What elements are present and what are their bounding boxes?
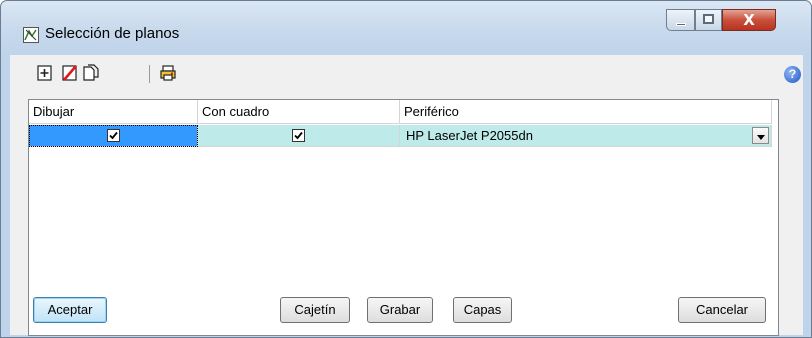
add-plan-icon[interactable] (36, 64, 54, 82)
column-header-dibujar[interactable]: Dibujar (29, 100, 198, 124)
con-cuadro-checkbox[interactable] (292, 129, 305, 142)
maximize-icon (703, 14, 714, 24)
copy-page-icon[interactable] (82, 64, 100, 82)
dibujar-checkbox[interactable] (107, 129, 120, 142)
cancel-button[interactable]: Cancelar (678, 297, 766, 323)
cajetin-button[interactable]: Cajetín (280, 297, 350, 323)
close-button[interactable]: X (722, 9, 776, 31)
help-icon[interactable]: ? (784, 66, 801, 83)
accept-button[interactable]: Aceptar (33, 297, 107, 323)
periferico-value: HP LaserJet P2055dn (406, 128, 533, 143)
print-icon[interactable] (159, 64, 177, 82)
cell-con-cuadro[interactable] (198, 125, 400, 147)
column-header-periferico[interactable]: Periférico (400, 100, 772, 124)
dialog-body: ? Dibujar Con cuadro Periférico HP Laser… (10, 55, 803, 336)
maximize-button[interactable] (695, 9, 722, 31)
toolbar-separator (149, 65, 150, 83)
toolbar: ? (10, 55, 801, 89)
close-icon: X (743, 11, 755, 29)
minimize-icon (676, 23, 686, 26)
grabar-button[interactable]: Grabar (367, 297, 433, 323)
minimize-button[interactable] (666, 9, 695, 31)
cell-dibujar[interactable] (29, 125, 198, 147)
column-header-con-cuadro[interactable]: Con cuadro (198, 100, 400, 124)
window-title: Selección de planos (45, 25, 180, 42)
chevron-down-icon[interactable] (752, 127, 769, 144)
dialog-window: Selección de planos X ? Dibujar Con cuad… (0, 0, 812, 338)
periferico-select[interactable]: HP LaserJet P2055dn (400, 125, 772, 147)
capas-button[interactable]: Capas (453, 297, 512, 323)
app-icon (23, 27, 39, 43)
delete-plan-icon[interactable] (61, 64, 79, 82)
title-bar[interactable]: Selección de planos X (1, 1, 811, 55)
